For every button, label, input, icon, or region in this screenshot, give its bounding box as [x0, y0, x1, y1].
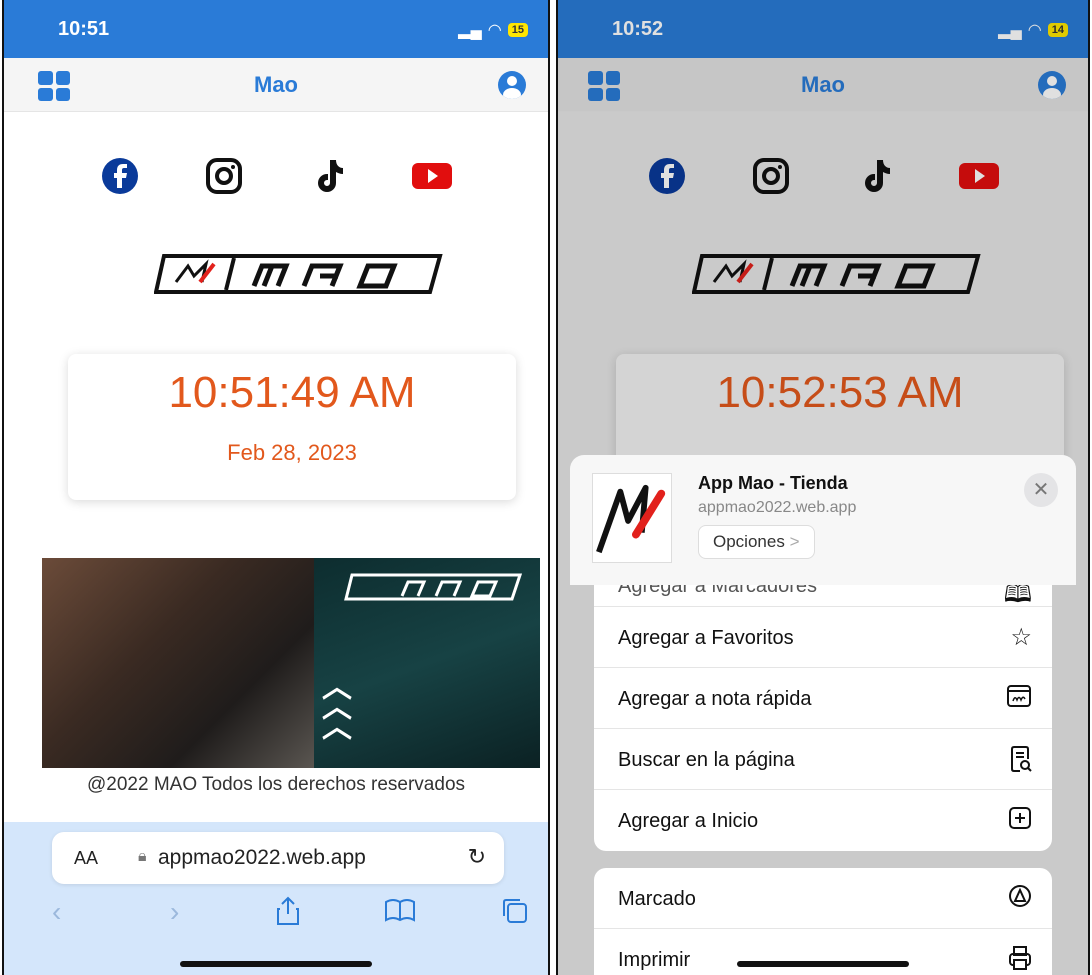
sheet-app-url: appmao2022.web.app	[698, 499, 857, 516]
copyright-text: @2022 MAO Todos los derechos reservados	[86, 774, 466, 795]
promo-panel: ︿ ︿ ︿	[314, 558, 540, 768]
menu-item-add-favorites[interactable]: Agregar a Favoritos ☆	[594, 607, 1052, 668]
chevron-right-icon: >	[789, 532, 800, 551]
user-account-icon[interactable]	[1038, 71, 1066, 99]
home-indicator	[737, 961, 909, 967]
app-navbar: Mao	[4, 58, 548, 112]
social-links	[558, 154, 1088, 198]
menu-group-tools: Marcado Imprimir	[594, 868, 1052, 975]
mao-logo-small	[344, 573, 523, 601]
clock-time: 10:51:49 AM	[168, 368, 416, 417]
clock-date: Feb 28, 2023	[227, 440, 357, 465]
wifi-icon: ◠	[487, 22, 502, 39]
youtube-icon[interactable]	[957, 154, 1001, 198]
mao-logo	[154, 254, 443, 294]
menu-item-find-in-page[interactable]: Buscar en la página	[594, 729, 1052, 790]
quick-note-icon	[1007, 685, 1031, 707]
menu-group-actions: Agregar a Marcadores 🕮 Agregar a Favorit…	[594, 585, 1052, 851]
menu-item-add-bookmark[interactable]: Agregar a Marcadores 🕮	[594, 585, 1052, 607]
book-icon: 🕮	[1003, 585, 1032, 607]
phone-screen-left: 10:51 ▂▄ ◠ 15 Mao 10:51:49 AM Feb 28, 20…	[2, 0, 550, 975]
chevron-up-icon: ︿ ︿ ︿	[322, 671, 352, 744]
app-title: Mao	[254, 72, 298, 97]
tiktok-icon[interactable]	[853, 154, 897, 198]
menu-item-markup[interactable]: Marcado	[594, 868, 1052, 929]
app-navbar: Mao	[558, 58, 1088, 112]
wifi-icon: ◠	[1027, 22, 1042, 39]
markup-icon	[1009, 885, 1031, 907]
add-square-icon	[1009, 807, 1031, 829]
text-size-button[interactable]: AA	[74, 848, 98, 869]
share-sheet-header: App Mao - Tienda appmao2022.web.app Opci…	[570, 455, 1076, 585]
promo-carousel[interactable]: ︿ ︿ ︿	[42, 558, 540, 768]
phone-screen-right: 10:52 ▂▄ ◠ 14 Mao 10:52:53 AM App Mao - …	[556, 0, 1090, 975]
address-bar[interactable]: AA 🔒︎ appmao2022.web.app ↻	[52, 832, 504, 884]
tabs-icon[interactable]	[500, 896, 528, 924]
forward-icon[interactable]: ›	[170, 896, 179, 928]
instagram-icon[interactable]	[749, 154, 793, 198]
facebook-icon[interactable]	[98, 154, 142, 198]
mao-logo	[692, 254, 981, 294]
clock-card: 10:51:49 AM Feb 28, 2023	[68, 354, 516, 500]
share-icon[interactable]	[276, 896, 300, 926]
print-icon	[1009, 946, 1031, 970]
menu-item-add-to-home[interactable]: Agregar a Inicio	[594, 790, 1052, 851]
instagram-icon[interactable]	[202, 154, 246, 198]
star-icon: ☆	[1010, 624, 1032, 651]
user-account-icon[interactable]	[498, 71, 526, 99]
status-bar: 10:52 ▂▄ ◠ 14	[558, 0, 1088, 58]
sheet-app-title: App Mao - Tienda	[698, 473, 848, 493]
safari-toolbar: AA 🔒︎ appmao2022.web.app ↻ ‹ ›	[4, 822, 548, 975]
athlete-image	[42, 558, 314, 768]
lock-icon: 🔒︎	[138, 848, 147, 865]
back-icon[interactable]: ‹	[52, 896, 61, 928]
clock-time: 10:52:53 AM	[716, 368, 964, 417]
close-button[interactable]: ✕	[1024, 473, 1058, 507]
status-bar: 10:51 ▂▄ ◠ 15	[4, 0, 548, 58]
signal-icon: ▂▄	[458, 22, 482, 39]
status-time: 10:52	[612, 18, 664, 40]
app-title: Mao	[801, 72, 845, 97]
status-time: 10:51	[58, 18, 110, 40]
menu-item-print[interactable]: Imprimir	[594, 929, 1052, 975]
tiktok-icon[interactable]	[306, 154, 350, 198]
reload-icon[interactable]: ↻	[468, 844, 486, 870]
battery-icon: 15	[507, 23, 528, 37]
signal-icon: ▂▄	[998, 22, 1022, 39]
social-links	[4, 154, 548, 198]
menu-item-quick-note[interactable]: Agregar a nota rápida	[594, 668, 1052, 729]
youtube-icon[interactable]	[410, 154, 454, 198]
app-icon	[592, 473, 672, 563]
bookmarks-icon[interactable]	[384, 896, 416, 924]
home-indicator	[180, 961, 372, 967]
url-text: appmao2022.web.app	[158, 846, 366, 869]
battery-icon: 14	[1047, 23, 1068, 37]
options-button[interactable]: Opciones >	[698, 525, 815, 559]
find-in-page-icon	[1011, 746, 1032, 772]
facebook-icon[interactable]	[645, 154, 689, 198]
